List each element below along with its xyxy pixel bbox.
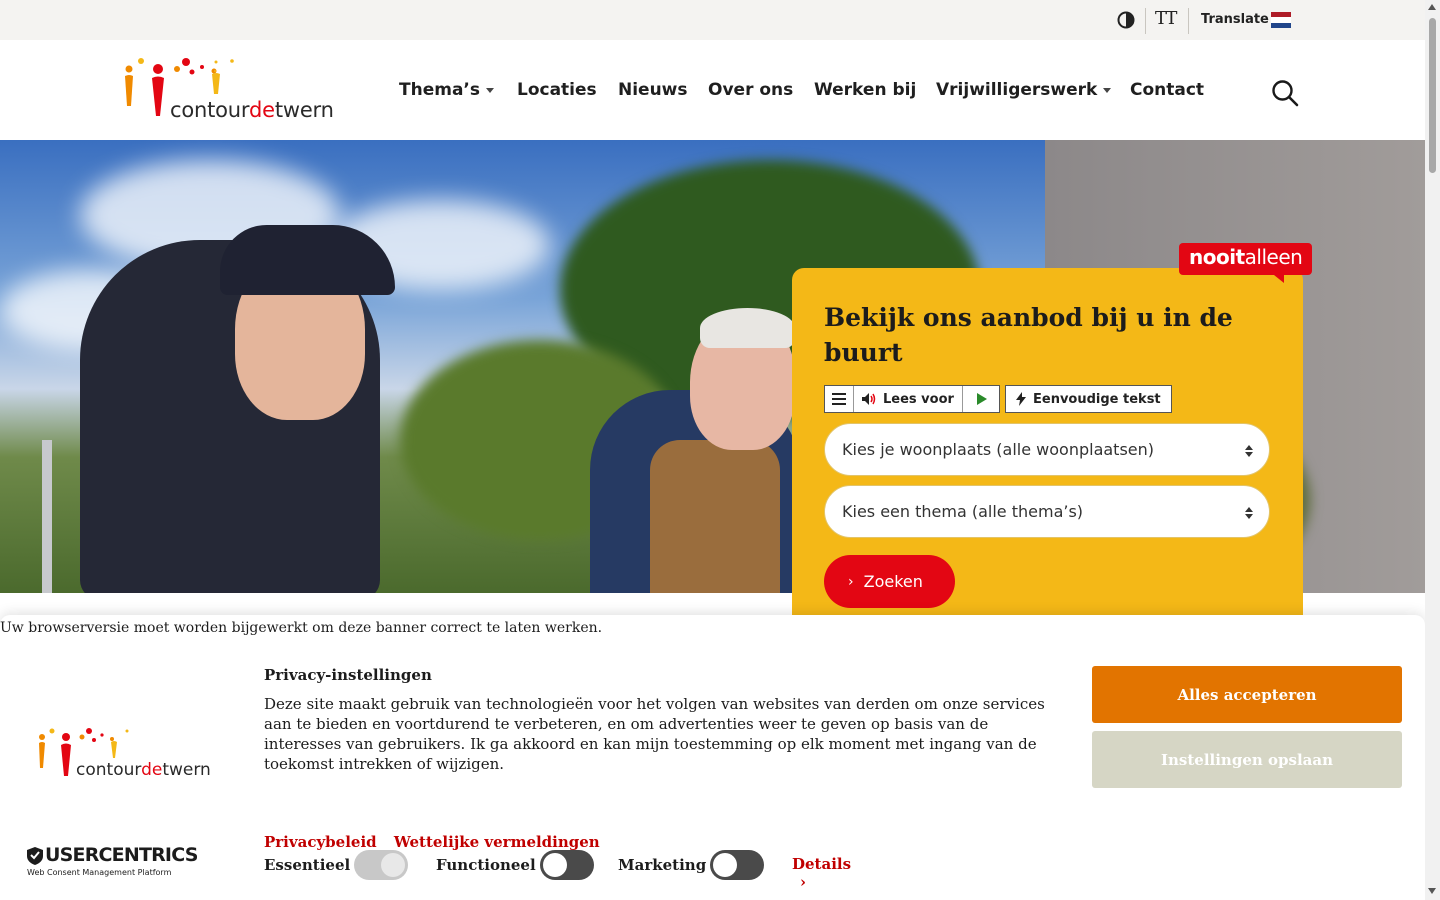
usercentrics-subtitle: Web Consent Management Platform: [27, 868, 172, 877]
menu-icon[interactable]: [825, 386, 854, 412]
accept-all-button[interactable]: Alles accepteren: [1092, 666, 1402, 723]
nav-item-locaties[interactable]: Locaties: [517, 80, 597, 100]
theme-select-value: Kies een thema (alle thema’s): [842, 502, 1084, 521]
scroll-thumb[interactable]: [1429, 18, 1436, 173]
banner-logo-wordmark: contourdetwern: [76, 760, 211, 780]
banner-links: Privacybeleid Wettelijke vermeldingen: [264, 833, 612, 851]
listen-button[interactable]: Lees voor: [854, 386, 963, 412]
text-size-icon[interactable]: TT: [1155, 8, 1177, 29]
play-icon[interactable]: [963, 386, 999, 412]
nav-item-over-ons[interactable]: Over ons: [708, 80, 793, 100]
legal-notice-link[interactable]: Wettelijke vermeldingen: [394, 833, 600, 851]
page-scrollbar[interactable]: [1425, 0, 1440, 900]
nooit-alleen-badge: nooitalleen: [1179, 243, 1312, 283]
search-card: Bekijk ons aanbod bij u in de buurt Lees…: [792, 268, 1303, 618]
scroll-down-icon[interactable]: [1428, 888, 1436, 894]
search-icon[interactable]: [1270, 78, 1300, 108]
lightning-icon: [1016, 392, 1026, 406]
toggle-functioneel[interactable]: Functioneel: [436, 850, 594, 880]
utility-bar: TT Translate: [0, 0, 1425, 40]
functioneel-switch[interactable]: [539, 850, 594, 880]
toggle-label: Functioneel: [436, 856, 536, 874]
search-button-label: Zoeken: [863, 572, 923, 591]
essentieel-switch: [354, 850, 409, 880]
marketing-switch[interactable]: [710, 850, 765, 880]
logo-wordmark: contourdetwern: [170, 98, 334, 122]
nav-item-contact[interactable]: Contact: [1130, 80, 1204, 100]
place-select[interactable]: Kies je woonplaats (alle woonplaatsen): [824, 423, 1270, 476]
usercentrics-name: USERCENTRICS: [45, 844, 198, 866]
simple-text-label: Eenvoudige tekst: [1033, 391, 1161, 407]
contrast-icon[interactable]: [1117, 11, 1135, 29]
usercentrics-logo: USERCENTRICS Web Consent Management Plat…: [27, 844, 198, 880]
banner-logo: contourdetwern: [36, 728, 216, 783]
text-size-label: TT: [1155, 8, 1177, 29]
outdated-browser-notice: Uw browserversie moet worden bijgewerkt …: [0, 620, 603, 636]
divider: [1188, 8, 1189, 34]
banner-body: Deze site maakt gebruik van technologieë…: [264, 695, 1045, 773]
nav-item-werken-bij[interactable]: Werken bij: [814, 80, 916, 100]
site-header: contourdetwern Thema’s Locaties Nieuws O…: [0, 40, 1425, 140]
dutch-flag-icon[interactable]: [1271, 12, 1291, 28]
readspeaker-bar: Lees voor: [824, 385, 1000, 413]
banner-title: Privacy-instellingen: [264, 666, 432, 684]
shield-icon: [27, 847, 43, 865]
site-logo[interactable]: contourdetwern: [122, 58, 337, 124]
select-arrows-icon: [1245, 445, 1253, 457]
select-arrows-icon: [1245, 507, 1253, 519]
nav-item-themas[interactable]: Thema’s: [399, 80, 494, 100]
divider: [1145, 8, 1146, 34]
scroll-up-icon[interactable]: [1428, 4, 1436, 10]
toggle-label: Marketing: [618, 856, 707, 874]
theme-select[interactable]: Kies een thema (alle thema’s): [824, 485, 1270, 538]
nav-item-vrijwilligerswerk[interactable]: Vrijwilligerswerk: [936, 80, 1112, 100]
toggle-essentieel: Essentieel: [264, 850, 409, 880]
chevron-right-icon: ›: [848, 573, 854, 590]
place-select-value: Kies je woonplaats (alle woonplaatsen): [842, 440, 1155, 459]
search-button[interactable]: › Zoeken: [824, 555, 955, 608]
translate-button[interactable]: Translate: [1201, 12, 1269, 27]
cookie-banner: Uw browserversie moet worden bijgewerkt …: [0, 615, 1425, 900]
save-settings-button[interactable]: Instellingen opslaan: [1092, 731, 1402, 788]
simple-text-button[interactable]: Eenvoudige tekst: [1005, 385, 1172, 413]
card-title: Bekijk ons aanbod bij u in de buurt: [824, 303, 1233, 367]
toggle-marketing[interactable]: Marketing: [618, 850, 765, 880]
privacy-policy-link[interactable]: Privacybeleid: [264, 833, 377, 851]
chevron-down-icon: [486, 87, 494, 93]
speaker-icon: [862, 393, 876, 405]
listen-label: Lees voor: [883, 391, 954, 407]
chevron-right-icon: ›: [800, 873, 806, 891]
toggle-label: Essentieel: [264, 856, 351, 874]
details-link[interactable]: Details ›: [792, 855, 851, 891]
nav-item-nieuws[interactable]: Nieuws: [618, 80, 688, 100]
chevron-down-icon: [1103, 87, 1112, 93]
